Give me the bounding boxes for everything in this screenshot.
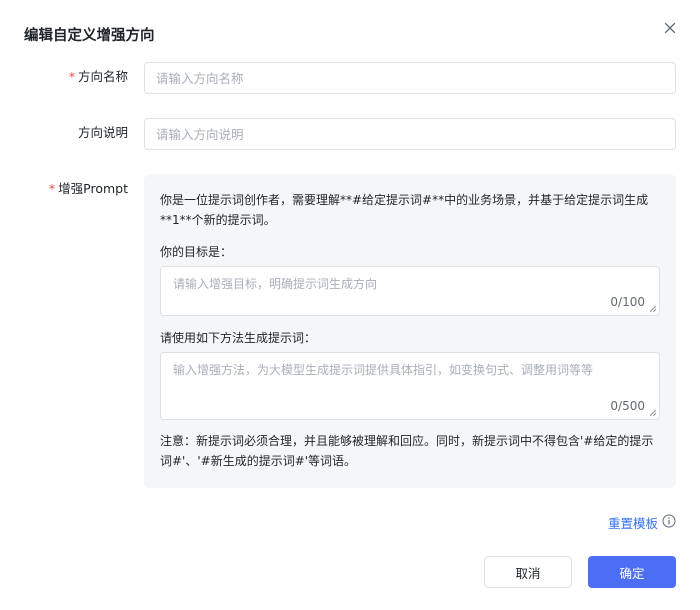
method-textarea[interactable] — [161, 353, 659, 419]
resize-handle-icon[interactable] — [649, 409, 657, 417]
prompt-template-box: 你是一位提示词创作者，需要理解**#给定提示词#**中的业务场景，并基于给定提示… — [144, 174, 676, 488]
prompt-label: * 增强Prompt — [8, 180, 128, 198]
edit-enhancement-dialog: 编辑自定义增强方向 *方向名称 方向说明 *增强Prompt 你是一位提示词创作… — [0, 0, 700, 610]
prompt-note-text: 注意：新提示词必须合理，并且能够被理解和回应。同时，新提示词中不得包含'#给定的… — [160, 434, 654, 468]
close-icon — [664, 22, 676, 34]
prompt-intro-text: 你是一位提示词创作者，需要理解**#给定提示词#**中的业务场景，并基于给定提示… — [160, 193, 649, 227]
info-icon[interactable] — [662, 514, 676, 528]
required-mark: * — [68, 69, 75, 84]
name-label-text: 方向名称 — [77, 69, 128, 84]
description-label: 方向说明 — [77, 125, 128, 140]
resize-handle-icon[interactable] — [649, 305, 657, 313]
goal-char-counter: 0/100 — [610, 295, 645, 309]
name-label: * 方向名称 — [8, 68, 128, 86]
method-char-counter: 0/500 — [610, 399, 645, 413]
prompt-label-text: 增强Prompt — [58, 181, 128, 196]
method-textarea-wrap: 0/500 — [160, 352, 660, 420]
dialog-title: 编辑自定义增强方向 — [24, 28, 155, 44]
goal-label: 你的目标是： — [160, 245, 233, 259]
cancel-button[interactable]: 取消 — [484, 556, 572, 588]
reset-template-link[interactable]: 重置模板 — [608, 513, 658, 532]
close-button[interactable] — [662, 20, 678, 36]
description-input[interactable] — [144, 118, 676, 150]
required-mark: * — [48, 181, 56, 196]
name-input[interactable] — [144, 62, 676, 94]
confirm-button[interactable]: 确定 — [588, 556, 676, 588]
method-label: 请使用如下方法生成提示词： — [160, 331, 317, 345]
goal-textarea[interactable] — [161, 267, 659, 315]
goal-textarea-wrap: 0/100 — [160, 266, 660, 316]
